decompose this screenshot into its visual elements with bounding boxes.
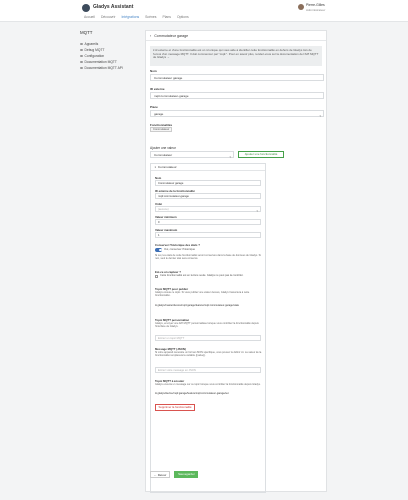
device-edit-panel: ‹ Commutateur garage L'id externe et d'u… bbox=[145, 30, 327, 493]
name-label: Nom bbox=[150, 69, 157, 73]
topic-publish-text: gladys/master/device/mqtt:garage/feature… bbox=[157, 304, 240, 307]
topic-publish-value: ⧉ gladys/master/device/mqtt:garage/featu… bbox=[155, 304, 263, 307]
name-input[interactable]: Commutateur garage bbox=[150, 74, 324, 81]
external-id-input[interactable]: mqtt:commutateur-garage bbox=[150, 92, 324, 99]
topic-control-help: Gladys enverra un message sur ce topic l… bbox=[155, 383, 261, 386]
delete-feature-button[interactable]: Supprimer la fonctionnalité bbox=[155, 404, 195, 411]
sidebar-item-label: Documentation MQTT bbox=[84, 60, 117, 64]
unit-select-value: (aucune) bbox=[158, 208, 169, 211]
topic-control-value: ⧉ gladys/device/mqtt:garage/feature/mqtt… bbox=[155, 392, 263, 395]
avatar[interactable] bbox=[298, 4, 304, 10]
book-icon bbox=[80, 66, 83, 70]
room-select[interactable]: garage ▾ bbox=[150, 110, 324, 118]
history-toggle-label: Oui, conserver l'historique bbox=[164, 248, 195, 251]
user-name[interactable]: Pierre-Gilles bbox=[306, 3, 325, 7]
nav-decouvrir[interactable]: Découvrir bbox=[101, 15, 116, 19]
sidebar-title: MQTT bbox=[80, 30, 93, 35]
page-title: Commutateur garage bbox=[154, 33, 189, 38]
feature-card-header: ◑ Commutateur bbox=[151, 164, 265, 171]
max-input[interactable]: 1 bbox=[155, 232, 261, 238]
sidebar-item-label: Appareils bbox=[84, 42, 99, 46]
room-select-value: garage bbox=[154, 112, 164, 116]
sidebar: MQTT Appareils Debug MQTT Configuration … bbox=[80, 30, 140, 71]
chevron-down-icon: ▾ bbox=[229, 154, 231, 159]
history-help: Si oui, les états de cette fonctionnalit… bbox=[155, 254, 261, 261]
panel-header: ‹ Commutateur garage bbox=[146, 31, 326, 41]
chevron-down-icon: ▾ bbox=[256, 208, 258, 213]
feature-external-id-input[interactable]: mqtt:commutateur-garage bbox=[155, 193, 261, 199]
back-button[interactable]: ← Retour bbox=[150, 471, 171, 478]
chevron-down-icon: ▾ bbox=[319, 113, 321, 118]
min-input[interactable]: 0 bbox=[155, 219, 261, 225]
history-label: Conserver l'historique des états ? bbox=[155, 243, 200, 247]
nav-options[interactable]: Options bbox=[177, 15, 189, 19]
nav-scenes[interactable]: Scènes bbox=[145, 15, 156, 19]
debug-icon bbox=[80, 48, 83, 52]
history-toggle[interactable] bbox=[155, 248, 162, 252]
topic-control-text: gladys/device/mqtt:garage/feature/mqtt:c… bbox=[157, 392, 229, 395]
nav-plans[interactable]: Plans bbox=[162, 15, 170, 19]
gladys-logo[interactable] bbox=[82, 4, 90, 12]
top-bar: Gladys Assistant Accueil Découvrir Intég… bbox=[0, 0, 408, 22]
json-help: Si votre appareil nécessite un format JS… bbox=[155, 351, 262, 358]
sidebar-item-label: Documentation MQTT API bbox=[84, 66, 123, 70]
topic-custom-help: Gladys, envoyez une API MQTT personnalis… bbox=[155, 322, 259, 329]
feature-type-select[interactable]: Commutateur ▾ bbox=[150, 151, 234, 159]
feature-card-title: Commutateur bbox=[157, 165, 177, 169]
nav-integrations[interactable]: Intégrations bbox=[121, 15, 139, 19]
save-button[interactable]: Sauvegarder bbox=[174, 471, 199, 478]
room-label: Pièce bbox=[150, 105, 158, 109]
settings-icon bbox=[80, 54, 83, 58]
form-footer: ← Retour Sauvegarder bbox=[150, 471, 199, 478]
add-feature-button[interactable]: Ajouter une fonctionnalité bbox=[238, 151, 284, 158]
feature-type-value: Commutateur bbox=[154, 153, 173, 157]
book-icon bbox=[80, 60, 83, 64]
info-alert: L'id externe et d'une fonctionnalité est… bbox=[150, 46, 322, 66]
feature-card: ◑ Commutateur Nom Commutateur garage ID … bbox=[150, 163, 266, 493]
chevron-left-icon[interactable]: ‹ bbox=[150, 34, 151, 38]
json-input[interactable]: Entrez votre message en JSON bbox=[155, 367, 261, 373]
sidebar-item-label: Configuration bbox=[84, 54, 105, 58]
feature-tag: Commutateur bbox=[150, 127, 173, 132]
topic-custom-input[interactable]: Entrez un topic MQTT bbox=[155, 335, 261, 341]
feature-name-input[interactable]: Commutateur garage bbox=[155, 180, 261, 186]
toggle-icon: ◑ bbox=[154, 165, 156, 169]
readonly-checkbox[interactable] bbox=[155, 275, 158, 278]
nav-accueil[interactable]: Accueil bbox=[84, 15, 95, 19]
add-feature-label: Ajouter une valeur bbox=[150, 146, 176, 150]
brand-title: Gladys Assistant bbox=[93, 4, 134, 10]
main-nav: Accueil Découvrir Intégrations Scènes Pl… bbox=[84, 15, 189, 19]
external-id-label: ID externe bbox=[150, 87, 165, 91]
sidebar-item-documentation-api[interactable]: Documentation MQTT API bbox=[80, 65, 140, 71]
back-button-label: Retour bbox=[157, 473, 167, 477]
sidebar-item-label: Debug MQTT bbox=[84, 48, 105, 52]
topic-publish-help: Gladys écoute ce topic. Si vous publiez … bbox=[155, 291, 250, 298]
unit-select[interactable]: (aucune) ▾ bbox=[155, 206, 261, 213]
readonly-checkbox-label: Cette fonctionnalité est en lecture seul… bbox=[160, 274, 244, 277]
user-role: Administrateur bbox=[306, 7, 326, 12]
device-icon bbox=[80, 42, 83, 46]
